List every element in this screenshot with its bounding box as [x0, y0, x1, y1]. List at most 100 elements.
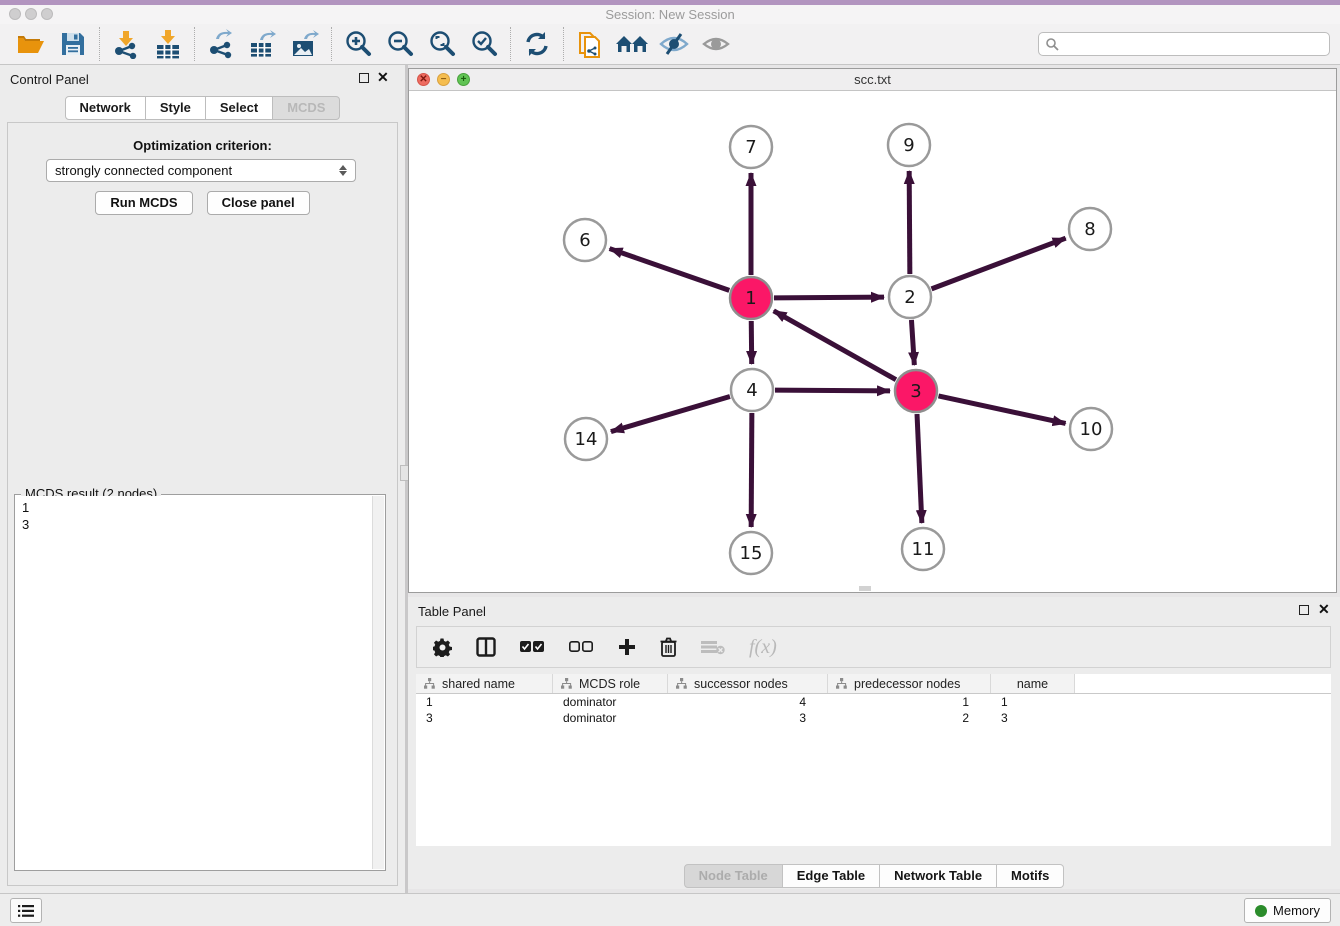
- table-cell[interactable]: dominator: [553, 695, 668, 709]
- tab-network-table[interactable]: Network Table: [880, 864, 997, 888]
- graph-node-label: 2: [904, 287, 915, 308]
- graph-edge-4-15[interactable]: [751, 413, 752, 527]
- unchecked-boxes-icon: [569, 641, 594, 653]
- show-panel-button[interactable]: [695, 26, 737, 62]
- zoom-fit-button[interactable]: [421, 26, 463, 62]
- graph-edge-2-8[interactable]: [932, 238, 1066, 289]
- task-history-button[interactable]: [10, 898, 42, 923]
- memory-button[interactable]: Memory: [1244, 898, 1331, 923]
- save-session-button[interactable]: [52, 26, 94, 62]
- zoom-out-button[interactable]: [379, 26, 421, 62]
- select-all-button[interactable]: [520, 641, 545, 653]
- control-panel-title: Control Panel: [10, 72, 89, 87]
- home-button[interactable]: [611, 26, 653, 62]
- tab-node-table[interactable]: Node Table: [684, 864, 783, 888]
- toolbar-separator: [510, 27, 511, 61]
- column-header-name[interactable]: name: [991, 674, 1075, 693]
- refresh-icon: [523, 30, 551, 58]
- graph-edge-1-6[interactable]: [610, 249, 730, 291]
- delete-column-button[interactable]: [660, 637, 677, 657]
- network-frame: ✕ − + scc.txt 7968124314101511: [408, 68, 1337, 593]
- search-box[interactable]: [1038, 32, 1330, 56]
- result-scrollbar[interactable]: [372, 496, 384, 869]
- close-panel-icon[interactable]: ✕: [377, 70, 389, 84]
- zoom-selected-button[interactable]: [463, 26, 505, 62]
- tab-style[interactable]: Style: [146, 96, 206, 120]
- tab-edge-table[interactable]: Edge Table: [783, 864, 880, 888]
- graph-edge-1-2[interactable]: [774, 297, 884, 298]
- graph-node-label: 14: [575, 429, 598, 450]
- close-panel-button[interactable]: Close panel: [207, 191, 310, 215]
- table-header-row[interactable]: shared nameMCDS role successor nodes prede…: [416, 674, 1331, 694]
- table-settings-button[interactable]: [433, 638, 452, 657]
- import-table-button[interactable]: [147, 26, 189, 62]
- search-input[interactable]: [1059, 37, 1323, 52]
- column-header-predecessor-nodes[interactable]: predecessor nodes: [828, 674, 991, 693]
- table-cell[interactable]: 1: [828, 695, 991, 709]
- hide-panel-button[interactable]: [653, 26, 695, 62]
- tab-network[interactable]: Network: [65, 96, 146, 120]
- window-titlebar: Session: New Session: [0, 5, 1340, 24]
- clone-network-button[interactable]: [569, 26, 611, 62]
- table-cell[interactable]: dominator: [553, 711, 668, 725]
- hierarchy-icon: [561, 678, 572, 689]
- graph-node-label: 15: [740, 543, 763, 564]
- table-cell[interactable]: 2: [828, 711, 991, 725]
- column-header-successor-nodes[interactable]: successor nodes: [668, 674, 828, 693]
- open-session-button[interactable]: [10, 26, 52, 62]
- graph-edge-3-1[interactable]: [774, 311, 896, 380]
- float-table-panel-icon[interactable]: [1299, 605, 1309, 615]
- table-cell[interactable]: 3: [416, 711, 553, 725]
- function-builder-button[interactable]: f(x): [749, 636, 777, 659]
- node-table[interactable]: shared nameMCDS role successor nodes prede…: [416, 674, 1331, 846]
- graph-node-label: 11: [912, 539, 935, 560]
- table-cell[interactable]: 4: [668, 695, 828, 709]
- graph-node-label: 6: [579, 230, 590, 251]
- network-frame-titlebar[interactable]: ✕ − + scc.txt: [409, 69, 1336, 91]
- control-panel-tabs: NetworkStyleSelectMCDS: [0, 96, 405, 120]
- import-network-button[interactable]: [105, 26, 147, 62]
- optimization-criterion-select[interactable]: strongly connected component: [46, 159, 356, 182]
- export-network-button[interactable]: [200, 26, 242, 62]
- export-image-button[interactable]: [284, 26, 326, 62]
- save-icon: [60, 31, 86, 57]
- tab-mcds[interactable]: MCDS: [273, 96, 340, 120]
- deselect-all-button[interactable]: [569, 641, 594, 653]
- table-cell[interactable]: 1: [416, 695, 553, 709]
- refresh-network-button[interactable]: [516, 26, 558, 62]
- table-row[interactable]: 3dominator323: [416, 710, 1331, 726]
- table-body[interactable]: 1dominator4113dominator323: [416, 694, 1331, 726]
- run-mcds-button[interactable]: Run MCDS: [95, 191, 192, 215]
- delete-table-button[interactable]: [701, 639, 725, 655]
- zoom-selected-icon: [470, 30, 498, 58]
- graph-edge-3-11[interactable]: [917, 414, 922, 523]
- split-view-button[interactable]: [476, 637, 496, 657]
- graph-edge-4-14[interactable]: [611, 397, 730, 432]
- graph-edge-2-3[interactable]: [911, 320, 914, 365]
- close-table-panel-icon[interactable]: ✕: [1318, 602, 1330, 616]
- column-label: successor nodes: [694, 677, 788, 691]
- zoom-in-button[interactable]: [337, 26, 379, 62]
- table-cell[interactable]: 1: [991, 695, 1075, 709]
- table-row[interactable]: 1dominator411: [416, 694, 1331, 710]
- network-canvas[interactable]: 7968124314101511: [409, 91, 1336, 592]
- table-cell[interactable]: 3: [991, 711, 1075, 725]
- column-header-shared-name[interactable]: shared name: [416, 674, 553, 693]
- graph-edge-4-3[interactable]: [775, 390, 890, 391]
- graph-edge-3-10[interactable]: [938, 396, 1065, 424]
- float-panel-icon[interactable]: [359, 73, 369, 83]
- mcds-result-lines[interactable]: 13: [16, 496, 372, 869]
- eye-slash-icon: [659, 32, 689, 56]
- column-header-MCDS-role[interactable]: MCDS role: [553, 674, 668, 693]
- network-graph[interactable]: 7968124314101511: [409, 91, 1336, 592]
- hierarchy-icon: [424, 678, 435, 689]
- export-table-button[interactable]: [242, 26, 284, 62]
- optimization-criterion-label: Optimization criterion:: [8, 138, 397, 153]
- graph-edge-2-9[interactable]: [909, 171, 910, 274]
- tab-select[interactable]: Select: [206, 96, 273, 120]
- add-column-button[interactable]: [618, 638, 636, 656]
- import-network-icon: [111, 29, 141, 59]
- tab-motifs[interactable]: Motifs: [997, 864, 1064, 888]
- network-hscroll-thumb[interactable]: [859, 586, 871, 591]
- table-cell[interactable]: 3: [668, 711, 828, 725]
